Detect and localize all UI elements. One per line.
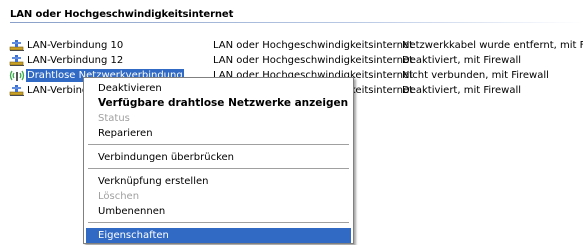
menu-item-show-wireless-networks[interactable]: Verfügbare drahtlose Netzwerke anzeigen (86, 96, 351, 111)
connection-type: LAN oder Hochgeschwindigkeitsinternet (213, 40, 414, 51)
menu-separator (88, 168, 349, 169)
connection-status: Deaktiviert, mit Firewall (402, 55, 522, 66)
connection-type: LAN oder Hochgeschwindigkeitsinternet (213, 55, 414, 66)
connection-status: Nicht verbunden, mit Firewall (402, 70, 549, 81)
menu-item-loeschen: Löschen (98, 191, 140, 202)
menu-separator (88, 222, 349, 223)
connection-row-lan-10[interactable]: LAN-Verbindung 10 LAN oder Hochgeschwind… (0, 38, 583, 53)
network-connection-icon (9, 84, 25, 97)
network-connection-icon (9, 54, 25, 67)
connection-status: Deaktiviert, mit Firewall (402, 85, 522, 96)
menu-item-reparieren[interactable]: Reparieren (86, 126, 351, 141)
network-connection-icon (9, 39, 25, 52)
menu-item-umbenennen[interactable]: Umbenennen (86, 204, 351, 219)
wireless-connection-icon (9, 69, 25, 82)
context-menu: Deaktivieren Verfügbare drahtlose Netzwe… (83, 77, 354, 244)
menu-item-status: Status (98, 113, 130, 124)
connection-name: LAN-Verbindung 12 (27, 55, 124, 66)
menu-item-eigenschaften[interactable]: Eigenschaften (86, 228, 351, 243)
menu-item-deaktivieren[interactable]: Deaktivieren (86, 81, 351, 96)
connection-name: LAN-Verbindung 10 (27, 40, 124, 51)
menu-item-create-shortcut[interactable]: Verknüpfung erstellen (86, 174, 351, 189)
connection-row-lan-12[interactable]: LAN-Verbindung 12 LAN oder Hochgeschwind… (0, 53, 583, 68)
group-header: LAN oder Hochgeschwindigkeitsinternet (10, 9, 234, 20)
menu-separator (88, 144, 349, 145)
connection-status: Netzwerkkabel wurde entfernt, mit Firew (402, 40, 583, 51)
menu-item-bridge-connections[interactable]: Verbindungen überbrücken (86, 150, 351, 165)
group-divider (10, 22, 583, 23)
